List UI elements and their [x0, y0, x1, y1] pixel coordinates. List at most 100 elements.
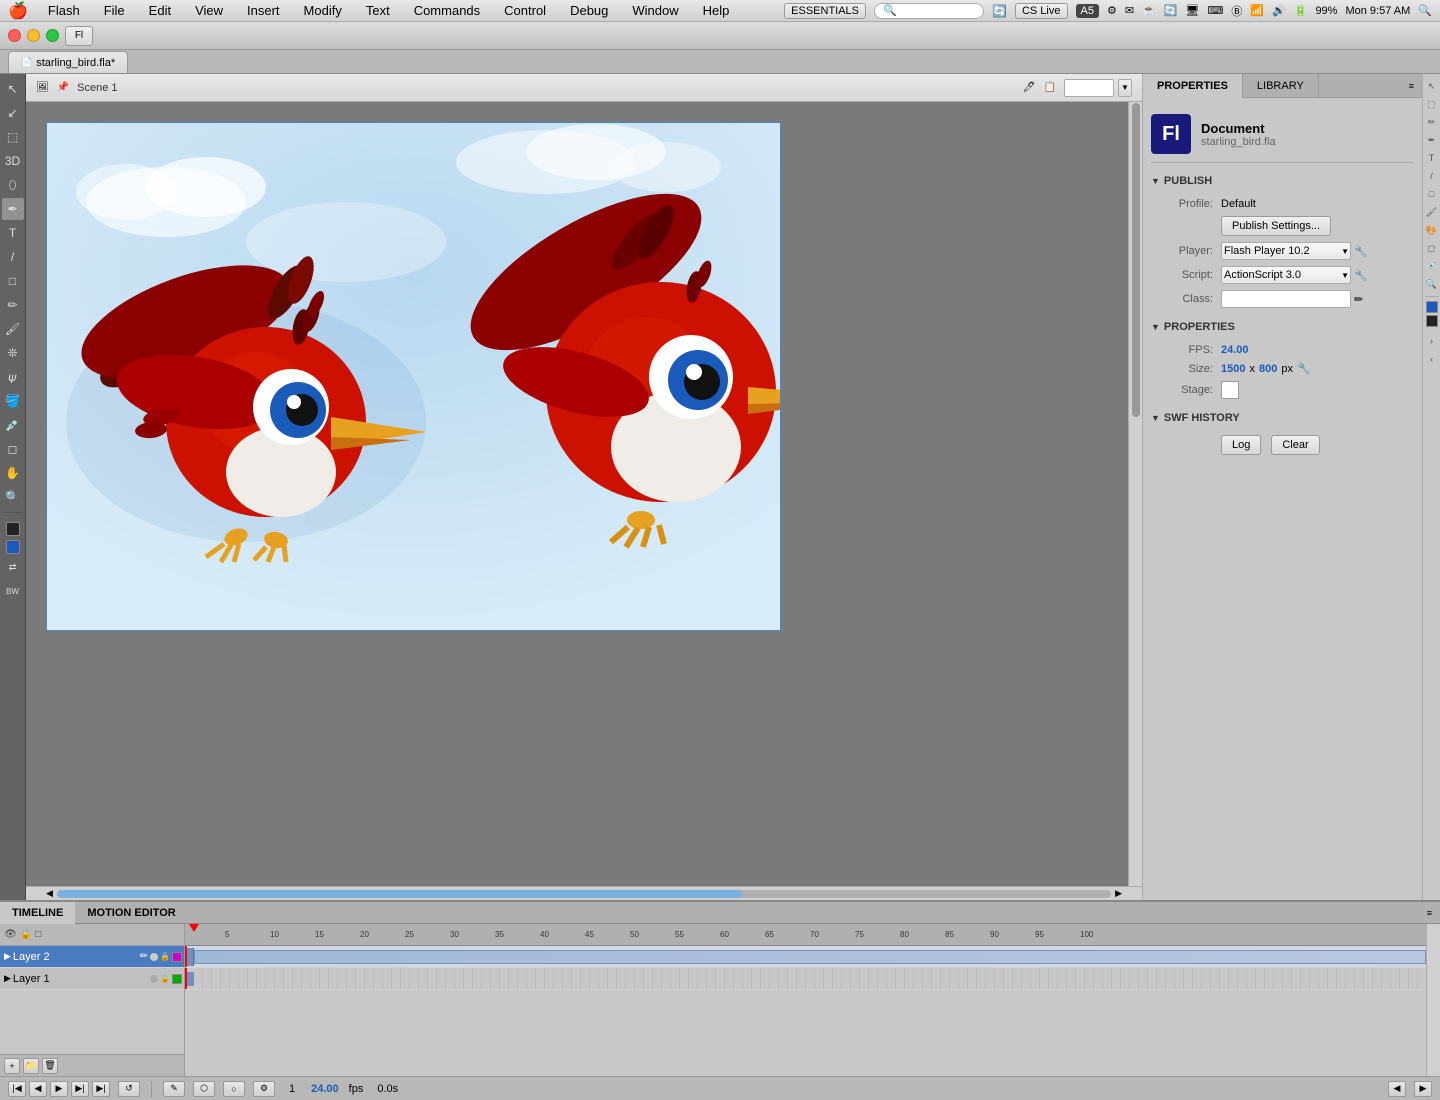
menu-commands[interactable]: Commands: [410, 3, 484, 18]
play-first-btn[interactable]: |◀: [8, 1081, 26, 1097]
search-box[interactable]: [874, 3, 984, 19]
timeline-scroll-y[interactable]: [1426, 924, 1440, 1076]
delete-layer-btn[interactable]: 🗑: [42, 1058, 58, 1074]
clip-icon2[interactable]: 📋: [1044, 82, 1056, 93]
script-select[interactable]: ActionScript 3.0: [1221, 266, 1351, 284]
rt-transform-tool[interactable]: ⬚: [1424, 96, 1440, 112]
onion-outline-btn[interactable]: ○: [223, 1081, 245, 1097]
tool-text[interactable]: T: [2, 222, 24, 244]
tool-zoom[interactable]: 🔍: [2, 486, 24, 508]
menu-insert[interactable]: Insert: [243, 3, 284, 18]
tool-paint-bucket[interactable]: 🪣: [2, 390, 24, 412]
player-settings-icon[interactable]: 🔧: [1354, 245, 1368, 258]
rt-zoom-tool[interactable]: 🔍: [1424, 276, 1440, 292]
tool-lasso[interactable]: ⬯: [2, 174, 24, 196]
menu-flash[interactable]: Flash: [44, 3, 84, 18]
tool-deco[interactable]: ❊: [2, 342, 24, 364]
layer-2-dot[interactable]: [150, 953, 158, 961]
rt-expand-btn[interactable]: ›: [1424, 333, 1440, 349]
scroll-thumb-h[interactable]: [57, 890, 742, 898]
coffee-icon[interactable]: ☕: [1142, 4, 1156, 17]
layer-1-dot[interactable]: [150, 975, 158, 983]
canvas-viewport[interactable]: [26, 102, 1142, 886]
publish-settings-button[interactable]: Publish Settings...: [1221, 216, 1331, 236]
size-edit-icon[interactable]: 🔧: [1297, 362, 1311, 375]
mail-icon[interactable]: ✉: [1125, 4, 1134, 17]
rt-line-tool[interactable]: /: [1424, 168, 1440, 184]
playhead[interactable]: [189, 924, 199, 932]
clear-button[interactable]: Clear: [1271, 435, 1319, 455]
rt-pen-tool[interactable]: ✒: [1424, 132, 1440, 148]
panel-collapse-btn[interactable]: ≡: [1401, 74, 1422, 97]
vertical-scrollbar[interactable]: [1128, 102, 1142, 886]
scroll-right-btn[interactable]: ▶: [1115, 888, 1122, 899]
add-folder-btn[interactable]: 📁: [23, 1058, 39, 1074]
horizontal-scrollbar[interactable]: ◀ ▶: [26, 886, 1142, 900]
rt-brush-tool[interactable]: 🖌: [1424, 204, 1440, 220]
tool-pencil[interactable]: ✏: [2, 294, 24, 316]
menu-edit[interactable]: Edit: [145, 3, 175, 18]
tool-eyedropper[interactable]: 💉: [2, 414, 24, 436]
scroll-left-btn[interactable]: ◀: [46, 888, 53, 899]
layer-2-lock[interactable]: 🔒: [160, 952, 170, 961]
menu-view[interactable]: View: [191, 3, 227, 18]
layer-row-2[interactable]: ▶ Layer 2 ✏ 🔒: [0, 946, 184, 968]
timeline-scroll-left[interactable]: ◀: [1388, 1081, 1406, 1097]
onion-skin-btn[interactable]: ⬡: [193, 1081, 215, 1097]
rt-text-tool[interactable]: T: [1424, 150, 1440, 166]
edit-multiple-btn[interactable]: ✎: [163, 1081, 185, 1097]
fill-color[interactable]: [6, 540, 20, 554]
rt-fill-tool[interactable]: 🎨: [1424, 222, 1440, 238]
menu-modify[interactable]: Modify: [300, 3, 346, 18]
menu-file[interactable]: File: [100, 3, 129, 18]
swap-colors[interactable]: ⇄: [2, 556, 24, 578]
tab-motion-editor[interactable]: MOTION EDITOR: [75, 902, 187, 924]
player-select[interactable]: Flash Player 10.2: [1221, 242, 1351, 260]
rt-shape-tool[interactable]: □: [1424, 186, 1440, 202]
tab-properties[interactable]: PROPERTIES: [1143, 74, 1243, 98]
scroll-track-h[interactable]: [57, 890, 1111, 898]
bridge-icon[interactable]: ⚙: [1107, 4, 1117, 17]
tool-subselect[interactable]: ↙: [2, 102, 24, 124]
class-input[interactable]: [1221, 290, 1351, 308]
layer-lock-icon[interactable]: 🔒: [20, 929, 32, 940]
menu-control[interactable]: Control: [500, 3, 550, 18]
layer-eye-icon[interactable]: 👁: [4, 929, 17, 940]
window-zoom-btn[interactable]: Fl: [65, 26, 93, 46]
layer-1-lock[interactable]: 🔒: [160, 974, 170, 983]
tool-brush[interactable]: 🖌: [2, 318, 24, 340]
script-settings-icon[interactable]: 🔧: [1354, 269, 1368, 282]
stroke-color[interactable]: [6, 522, 20, 536]
play-prev-btn[interactable]: ◀: [29, 1081, 47, 1097]
zoom-dropdown[interactable]: ▼: [1118, 79, 1132, 97]
tool-free-transform[interactable]: ⬚: [2, 126, 24, 148]
menu-window[interactable]: Window: [628, 3, 682, 18]
zoom-input[interactable]: 70%: [1064, 79, 1114, 97]
play-last-btn[interactable]: ▶|: [92, 1081, 110, 1097]
rt-select-tool[interactable]: ↖: [1424, 78, 1440, 94]
rt-eraser-tool[interactable]: ◻: [1424, 240, 1440, 256]
rt-collapse-btn[interactable]: ‹: [1424, 351, 1440, 367]
tab-timeline[interactable]: TIMELINE: [0, 902, 75, 924]
tool-select[interactable]: ↖: [2, 78, 24, 100]
search-spotlight[interactable]: 🔍: [1418, 4, 1432, 17]
onion-settings-btn[interactable]: ⚙: [253, 1081, 275, 1097]
menu-text[interactable]: Text: [362, 3, 394, 18]
timeline-collapse-btn[interactable]: ≡: [1419, 908, 1440, 918]
timeline-scroll-right[interactable]: ▶: [1414, 1081, 1432, 1097]
essentials-button[interactable]: ESSENTIALS: [784, 3, 866, 19]
sync-icon[interactable]: 🔄: [992, 4, 1007, 18]
traffic-light-green[interactable]: [46, 29, 59, 42]
layer-outline-icon[interactable]: □: [35, 929, 41, 940]
rt-color-stroke[interactable]: [1426, 315, 1438, 327]
log-button[interactable]: Log: [1221, 435, 1261, 455]
rt-color-fill[interactable]: [1426, 301, 1438, 313]
tool-pen[interactable]: ✒: [2, 198, 24, 220]
play-btn[interactable]: ▶: [50, 1081, 68, 1097]
file-tab[interactable]: 📄 starling_bird.fla*: [8, 51, 128, 73]
tool-line[interactable]: /: [2, 246, 24, 268]
tab-library[interactable]: LIBRARY: [1243, 74, 1319, 98]
tool-shape[interactable]: □: [2, 270, 24, 292]
traffic-light-yellow[interactable]: [27, 29, 40, 42]
rt-pencil-tool[interactable]: ✏: [1424, 114, 1440, 130]
